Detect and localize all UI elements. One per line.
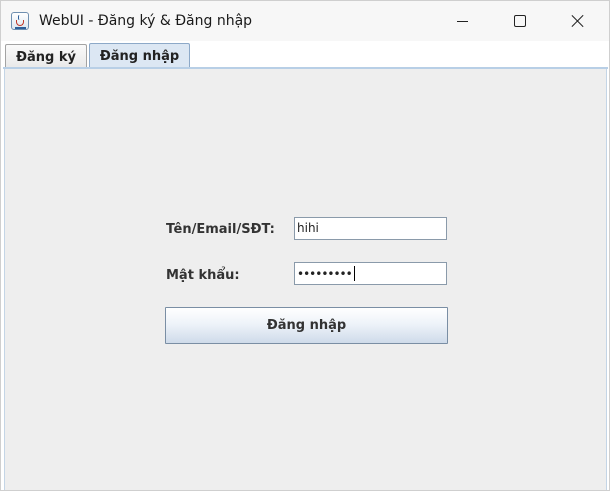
- java-cup-icon: [11, 12, 29, 30]
- window-title: WebUI - Đăng ký & Đăng nhập: [39, 13, 253, 29]
- maximize-icon: [514, 15, 526, 27]
- username-label: Tên/Email/SĐT:: [166, 222, 275, 237]
- tab-strip: Đăng ký Đăng nhập: [1, 41, 609, 69]
- text-caret: [353, 266, 355, 281]
- password-label: Mật khẩu:: [166, 268, 240, 283]
- username-value: hihi: [297, 221, 319, 235]
- close-icon: [571, 14, 585, 28]
- login-panel: Tên/Email/SĐT: hihi Mật khẩu: ••••••••• …: [4, 69, 607, 490]
- username-field[interactable]: hihi: [294, 217, 447, 240]
- password-value: •••••••••: [297, 267, 353, 281]
- tab-register[interactable]: Đăng ký: [5, 44, 87, 69]
- title-bar[interactable]: WebUI - Đăng ký & Đăng nhập: [1, 1, 609, 41]
- minimize-icon: [456, 20, 468, 22]
- app-window: WebUI - Đăng ký & Đăng nhập Đăng ký Đăng…: [0, 0, 610, 491]
- minimize-button[interactable]: [439, 1, 485, 41]
- maximize-button[interactable]: [497, 1, 543, 41]
- tab-login[interactable]: Đăng nhập: [89, 43, 190, 69]
- close-button[interactable]: [555, 1, 601, 41]
- login-button[interactable]: Đăng nhập: [165, 307, 448, 344]
- password-field[interactable]: •••••••••: [294, 262, 447, 285]
